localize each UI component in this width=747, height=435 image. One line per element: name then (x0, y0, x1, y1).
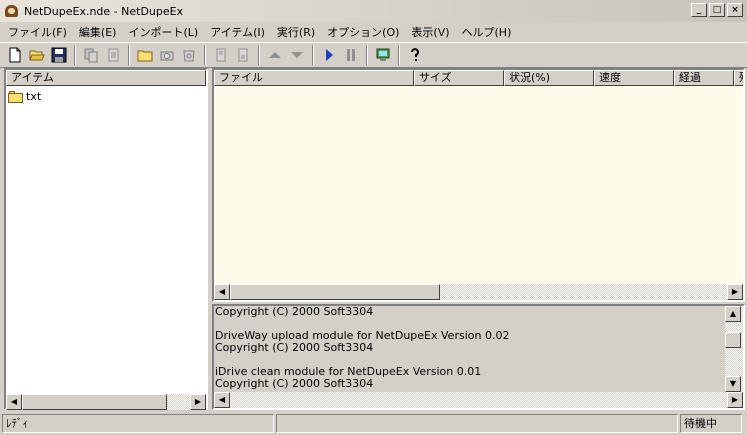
column-remaining[interactable]: 残 (734, 70, 743, 86)
column-elapsed[interactable]: 経過 (674, 70, 734, 86)
save-icon (51, 47, 67, 63)
status-state: 待機中 (680, 414, 742, 433)
scroll-left-button[interactable]: ◀ (214, 392, 230, 408)
log-line: Copyright (C) 2000 Soft3304 (215, 306, 374, 318)
page-up-icon (216, 48, 226, 62)
new-button[interactable] (4, 44, 26, 66)
open-icon (29, 50, 45, 61)
menu-bar: ファイル(F) 編集(E) インポート(L) アイテム(I) 実行(R) オプシ… (0, 22, 747, 41)
item-tree[interactable]: txt (6, 86, 206, 394)
menu-file[interactable]: ファイル(F) (2, 24, 73, 40)
page-up-button[interactable] (210, 44, 232, 66)
item-tree-pane: アイテム txt ◀ ▶ (4, 68, 208, 410)
move-down-button[interactable] (286, 44, 308, 66)
column-size[interactable]: サイズ (414, 70, 504, 86)
paste-button[interactable] (102, 44, 124, 66)
move-up-button[interactable] (264, 44, 286, 66)
menu-run[interactable]: 実行(R) (271, 24, 321, 40)
scroll-down-button[interactable]: ▼ (725, 376, 741, 392)
tree-item-txt[interactable]: txt (8, 88, 204, 104)
save-button[interactable] (48, 44, 70, 66)
log-vertical-scrollbar[interactable]: ▲ ▼ (725, 306, 743, 392)
help-button[interactable] (404, 44, 426, 66)
camera-button[interactable] (156, 44, 178, 66)
scroll-right-button[interactable]: ▶ (190, 394, 206, 410)
pause-icon (347, 49, 355, 61)
menu-options[interactable]: オプション(O) (321, 24, 405, 40)
arrow-up-icon (269, 52, 281, 58)
page-down-button[interactable] (232, 44, 254, 66)
scroll-right-button[interactable]: ▶ (727, 392, 743, 408)
list-horizontal-scrollbar[interactable]: ◀ ▶ (214, 284, 743, 300)
paste-icon (108, 48, 119, 62)
minimize-button[interactable]: _ (691, 3, 707, 17)
scroll-thumb[interactable] (230, 284, 440, 300)
log-line: Copyright (C) 2000 Soft3304 (215, 341, 374, 354)
tree-header[interactable]: アイテム (6, 70, 206, 86)
log-horizontal-scrollbar[interactable]: ◀ ▶ (214, 392, 743, 408)
menu-item[interactable]: アイテム(I) (204, 24, 271, 40)
column-file[interactable]: ファイル (214, 70, 414, 86)
menu-help[interactable]: ヘルプ(H) (456, 24, 518, 40)
folder-icon (8, 90, 24, 103)
play-button[interactable] (318, 44, 340, 66)
copy-icon (84, 48, 98, 63)
recycle-icon (183, 50, 195, 62)
scroll-left-button[interactable]: ◀ (214, 284, 230, 300)
menu-import[interactable]: インポート(L) (122, 24, 204, 40)
toolbar-separator (366, 45, 368, 65)
help-icon (411, 48, 419, 61)
camera-icon (160, 51, 174, 61)
network-button[interactable] (372, 44, 394, 66)
file-list[interactable] (214, 86, 743, 284)
menu-edit[interactable]: 編集(E) (73, 24, 123, 40)
log-line: Copyright (C) 2000 Soft3304 (215, 377, 374, 390)
app-window: NetDupeEx.nde - NetDupeEx _ □ × ファイル(F) … (0, 0, 747, 435)
status-progress (276, 414, 678, 433)
status-bar: ﾚﾃﾞｨ 待機中 (0, 412, 747, 435)
open-button[interactable] (26, 44, 48, 66)
scroll-up-button[interactable]: ▲ (725, 306, 741, 322)
scroll-thumb[interactable] (725, 332, 741, 348)
toolbar (0, 42, 747, 68)
scroll-right-button[interactable]: ▶ (727, 284, 743, 300)
folder-icon (137, 50, 153, 62)
toolbar-separator (74, 45, 76, 65)
new-icon (9, 47, 21, 63)
title-bar[interactable]: NetDupeEx.nde - NetDupeEx _ □ × (0, 0, 747, 22)
toolbar-separator (398, 45, 400, 65)
tree-horizontal-scrollbar[interactable]: ◀ ▶ (6, 394, 206, 410)
menu-view[interactable]: 表示(V) (405, 24, 455, 40)
toolbar-separator (128, 45, 130, 65)
scroll-left-button[interactable]: ◀ (6, 394, 22, 410)
log-output[interactable]: Copyright (C) 2000 Soft3304 DriveWay upl… (214, 306, 725, 392)
arrow-down-icon (291, 52, 303, 58)
pause-button[interactable] (340, 44, 362, 66)
tree-item-label: txt (26, 89, 42, 103)
folder-button[interactable] (134, 44, 156, 66)
toolbar-separator (204, 45, 206, 65)
column-speed[interactable]: 速度 (594, 70, 674, 86)
network-icon (376, 48, 390, 61)
file-list-pane: ファイル サイズ 状況(%) 速度 経過 残 ◀ ▶ (212, 68, 745, 302)
log-pane: Copyright (C) 2000 Soft3304 DriveWay upl… (212, 304, 745, 410)
toolbar-separator (312, 45, 314, 65)
play-icon (326, 49, 333, 61)
status-text: ﾚﾃﾞｨ (2, 414, 274, 433)
scroll-thumb[interactable] (22, 394, 167, 410)
maximize-button[interactable]: □ (709, 3, 725, 17)
close-button[interactable]: × (727, 3, 743, 17)
copy-button[interactable] (80, 44, 102, 66)
app-icon[interactable] (4, 3, 20, 19)
column-status[interactable]: 状況(%) (504, 70, 594, 86)
page-down-icon (238, 48, 248, 62)
toolbar-separator (258, 45, 260, 65)
window-title: NetDupeEx.nde - NetDupeEx (24, 4, 184, 18)
recycle-button[interactable] (178, 44, 200, 66)
